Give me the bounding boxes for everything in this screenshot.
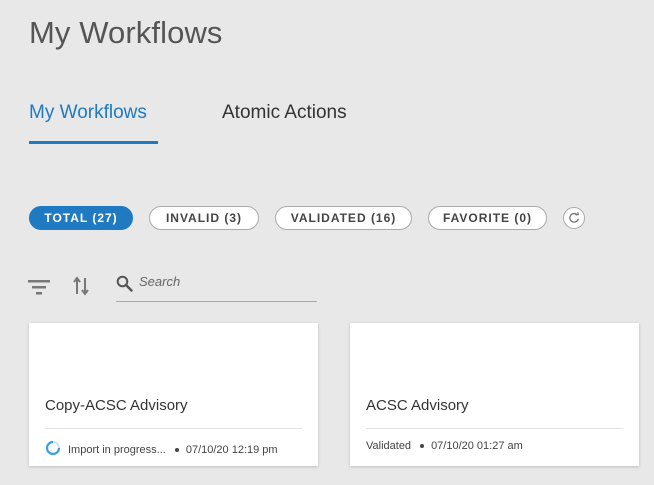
workflow-status-row: Validated 07/10/20 01:27 am [366,440,523,452]
workflow-timestamp: 07/10/20 01:27 am [431,440,523,452]
search-box[interactable] [116,270,317,302]
page-title: My Workflows [29,15,223,50]
search-icon [116,275,133,292]
workflow-status: Import in progress... [68,443,166,456]
refresh-button[interactable] [563,207,585,229]
workflow-title: ACSC Advisory [366,397,469,414]
filter-validated-button[interactable]: VALIDATED (16) [275,206,412,230]
filter-invalid-button[interactable]: INVALID (3) [149,206,259,230]
workflow-status-row: Import in progress... 07/10/20 12:19 pm [45,440,278,459]
workflow-timestamp: 07/10/20 12:19 pm [185,443,278,456]
loading-spinner-icon [45,440,61,459]
card-divider [45,428,302,429]
filter-total-button[interactable]: TOTAL (27) [29,206,133,230]
sort-button[interactable] [73,276,89,296]
sort-icon [73,276,89,296]
tab-atomic-actions[interactable]: Atomic Actions [222,102,347,124]
workflow-card[interactable]: ACSC Advisory Validated 07/10/20 01:27 a… [350,323,639,466]
filter-button[interactable] [28,278,50,296]
refresh-icon [569,212,579,223]
active-tab-indicator [29,141,158,144]
workflow-status: Validated [366,440,412,452]
filter-favorite-button[interactable]: FAVORITE (0) [428,206,547,230]
workflow-title: Copy-ACSC Advisory [45,397,188,414]
filter-icon [28,280,50,295]
separator-dot [420,444,425,448]
search-input[interactable] [139,274,309,289]
tab-my-workflows[interactable]: My Workflows [29,102,147,124]
workflow-card[interactable]: Copy-ACSC Advisory Import in progress...… [29,323,318,466]
separator-dot [174,447,179,452]
card-divider [366,428,623,429]
